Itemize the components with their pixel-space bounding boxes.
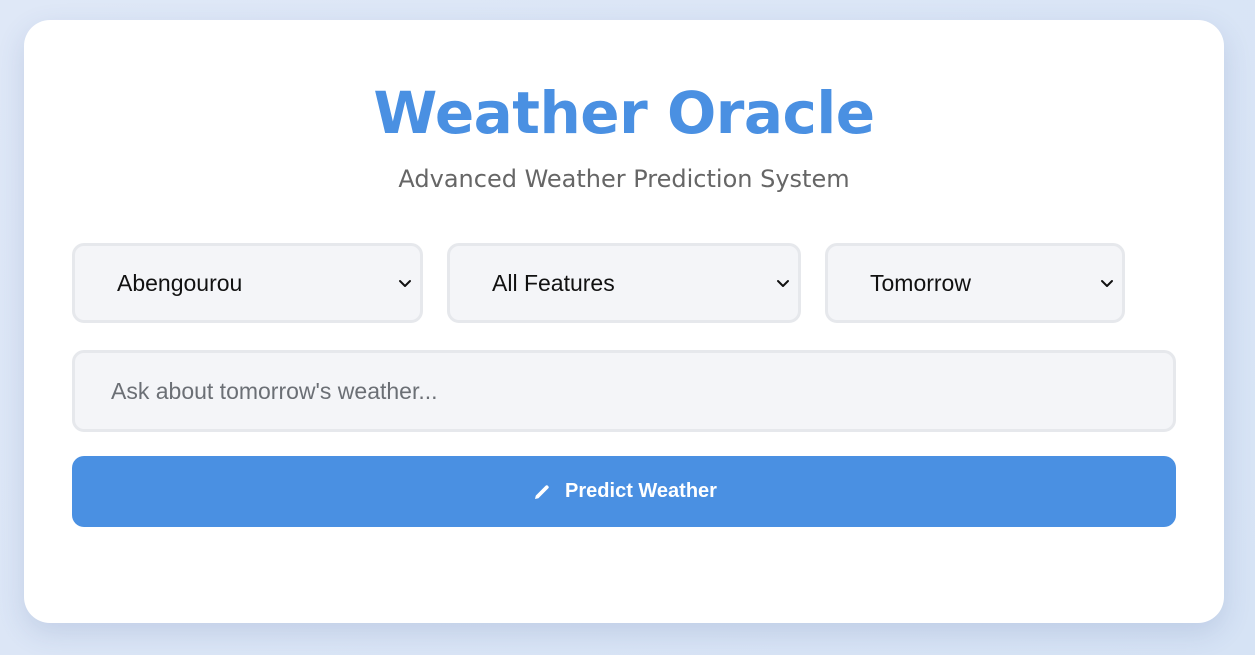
pencil-icon [535, 484, 549, 499]
features-select[interactable]: All Features [447, 243, 801, 323]
day-select[interactable]: Tomorrow [825, 243, 1125, 323]
predict-button-label: Predict Weather [565, 480, 717, 502]
weather-question-input[interactable] [72, 350, 1176, 432]
chevron-down-icon [399, 280, 411, 287]
location-select[interactable]: Abengourou [72, 243, 423, 323]
page-title: Weather Oracle [373, 79, 875, 147]
weather-oracle-card: Weather Oracle Advanced Weather Predicti… [24, 20, 1224, 623]
location-select-value: Abengourou [117, 270, 243, 296]
features-select-value: All Features [492, 270, 615, 296]
chevron-down-icon [1101, 280, 1113, 287]
predict-weather-button[interactable]: Predict Weather [72, 456, 1176, 527]
page-subtitle: Advanced Weather Prediction System [398, 165, 850, 193]
chevron-down-icon [777, 280, 789, 287]
day-select-value: Tomorrow [870, 270, 971, 296]
